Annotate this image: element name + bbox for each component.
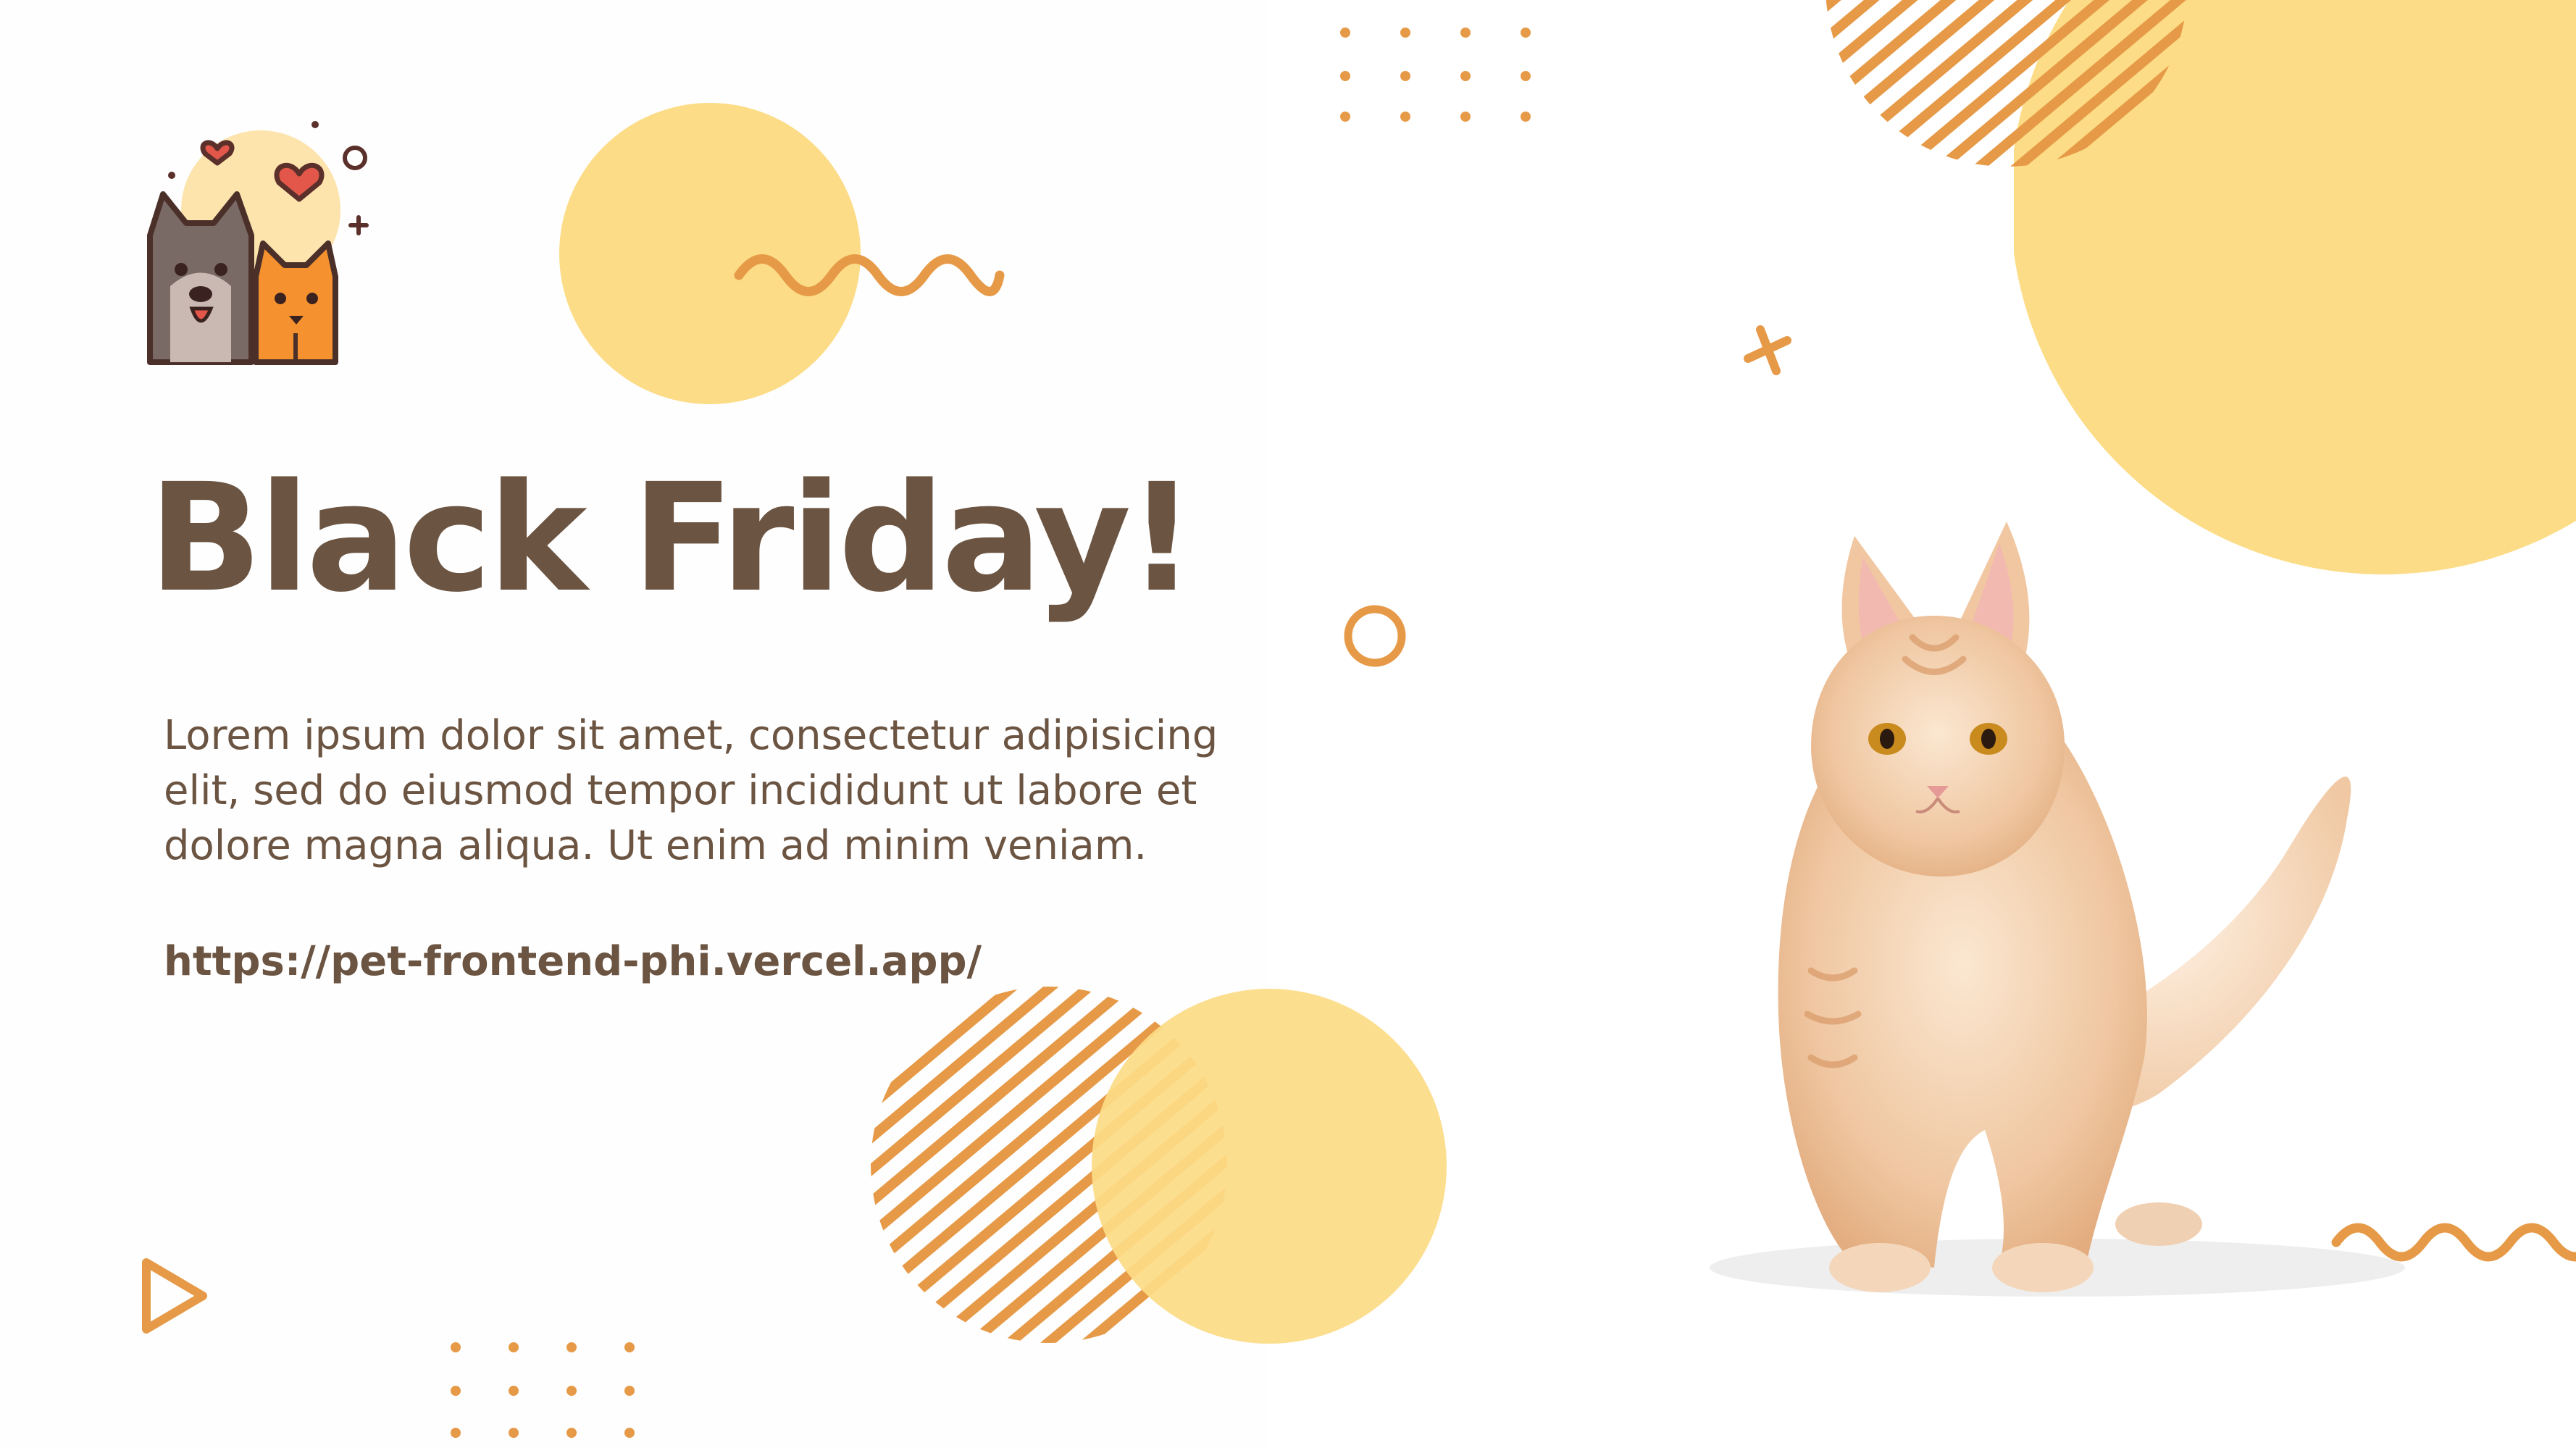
pets-hearts-logo-icon [147, 121, 369, 365]
top-dot-grid-decoration [1340, 28, 1531, 122]
page-title: Black Friday! [149, 451, 1196, 625]
orange-cat-photo [1710, 522, 2405, 1297]
ring-decoration [1344, 605, 1406, 667]
striped-circle-top-right [1826, 0, 2188, 167]
plus-decoration [1744, 325, 1791, 375]
promo-slide: Black Friday! Lorem ipsum dolor sit amet… [0, 0, 2576, 1448]
squiggle-top [734, 254, 1005, 296]
triangle-play-decoration [142, 1258, 207, 1334]
description-text: Lorem ipsum dolor sit amet, consectetur … [164, 712, 1218, 869]
overlapping-circles-decoration [871, 987, 1447, 1344]
website-link[interactable]: https://pet-frontend-phi.vercel.app/ [164, 934, 982, 989]
bottom-dot-grid-decoration [451, 1342, 635, 1438]
